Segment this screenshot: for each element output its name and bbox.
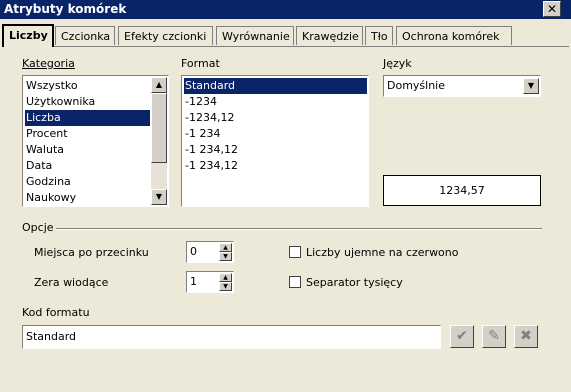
ujemne-checkbox[interactable] (289, 246, 301, 258)
opcje-divider (56, 228, 542, 230)
list-item[interactable]: -1 234,12 (184, 142, 238, 158)
zera-label: Zera wiodące (34, 276, 109, 289)
scroll-thumb[interactable] (151, 93, 167, 163)
spin-down-button[interactable]: ▼ (219, 252, 232, 261)
opcje-label: Opcje (22, 221, 54, 234)
kod-label: Kod formatu (22, 306, 90, 319)
tab-wyrownanie[interactable]: Wyrównanie (216, 26, 294, 45)
separator-checkbox[interactable] (289, 276, 301, 288)
kategoria-listbox[interactable]: Wszystko Użytkownika Liczba Procent Walu… (22, 75, 169, 207)
list-item[interactable]: Wszystko (25, 78, 78, 94)
miejsca-label: Miejsca po przecinku (34, 246, 149, 259)
list-item[interactable]: Waluta (25, 142, 64, 158)
list-item-selected[interactable]: Standard (184, 78, 367, 94)
apply-button[interactable]: ✔ (450, 325, 474, 348)
format-label: Format (181, 57, 220, 70)
kod-input[interactable]: Standard (22, 325, 441, 349)
list-item[interactable]: -1 234 (184, 126, 220, 142)
miejsca-value: 0 (190, 245, 197, 258)
list-item[interactable]: Użytkownika (25, 94, 95, 110)
spin-up-icon: ▲ (223, 274, 228, 281)
list-item[interactable]: Data (25, 158, 52, 174)
zera-spinbox[interactable]: 1 ▲ ▼ (186, 271, 234, 293)
list-item[interactable]: -1234,12 (184, 110, 234, 126)
ujemne-label: Liczby ujemne na czerwono (306, 246, 459, 259)
miejsca-spinbox[interactable]: 0 ▲ ▼ (186, 241, 234, 263)
tab-ochrona-komorek[interactable]: Ochrona komórek (396, 26, 512, 45)
close-icon: ✕ (546, 2, 558, 16)
window-title: Atrybuty komórek (4, 2, 127, 16)
spin-up-button[interactable]: ▲ (219, 273, 232, 282)
chevron-up-icon: ▲ (155, 80, 163, 89)
kod-value: Standard (26, 330, 77, 343)
chevron-down-icon: ▼ (155, 192, 163, 201)
list-item[interactable]: Godzina (25, 174, 71, 190)
delete-button[interactable]: ✖ (514, 325, 538, 348)
zera-value: 1 (190, 275, 197, 288)
dropdown-button[interactable]: ▼ (523, 78, 539, 94)
list-item[interactable]: -1234 (184, 94, 217, 110)
separator-label: Separator tysięcy (306, 276, 403, 289)
kategoria-label: Kategoria (22, 57, 75, 70)
chevron-down-icon: ▼ (527, 81, 535, 90)
comment-icon: ✎ (488, 328, 500, 344)
list-item[interactable]: Naukowy (25, 190, 76, 206)
comment-button[interactable]: ✎ (482, 325, 506, 348)
tab-tlo[interactable]: Tło (365, 26, 393, 45)
tab-czcionka[interactable]: Czcionka (55, 26, 115, 45)
list-item[interactable]: -1 234,12 (184, 158, 238, 174)
preview-value: 1234,57 (439, 184, 485, 197)
checkmark-icon: ✔ (456, 328, 468, 344)
close-button[interactable]: ✕ (543, 1, 561, 17)
spin-down-icon: ▼ (223, 283, 228, 290)
scroll-down-button[interactable]: ▼ (151, 189, 167, 205)
jezyk-value: Domyślnie (387, 79, 446, 92)
jezyk-label: Język (383, 57, 412, 70)
tab-krawedzie[interactable]: Krawędzie (296, 26, 363, 45)
spin-down-icon: ▼ (223, 253, 228, 260)
list-item[interactable]: Procent (25, 126, 68, 142)
list-item-selected[interactable]: Liczba (25, 110, 150, 126)
spin-up-icon: ▲ (223, 244, 228, 251)
jezyk-dropdown[interactable]: Domyślnie ▼ (383, 75, 541, 97)
kategoria-scrollbar[interactable]: ▲ ▼ (151, 77, 167, 205)
preview-box: 1234,57 (383, 175, 541, 206)
format-listbox[interactable]: Standard -1234 -1234,12 -1 234 -1 234,12… (181, 75, 369, 207)
scroll-up-button[interactable]: ▲ (151, 77, 167, 93)
spin-down-button[interactable]: ▼ (219, 282, 232, 291)
delete-icon: ✖ (520, 328, 532, 344)
tab-efekty-czcionki[interactable]: Efekty czcionki (118, 26, 213, 45)
spin-up-button[interactable]: ▲ (219, 243, 232, 252)
tab-liczby[interactable]: Liczby (2, 24, 54, 47)
